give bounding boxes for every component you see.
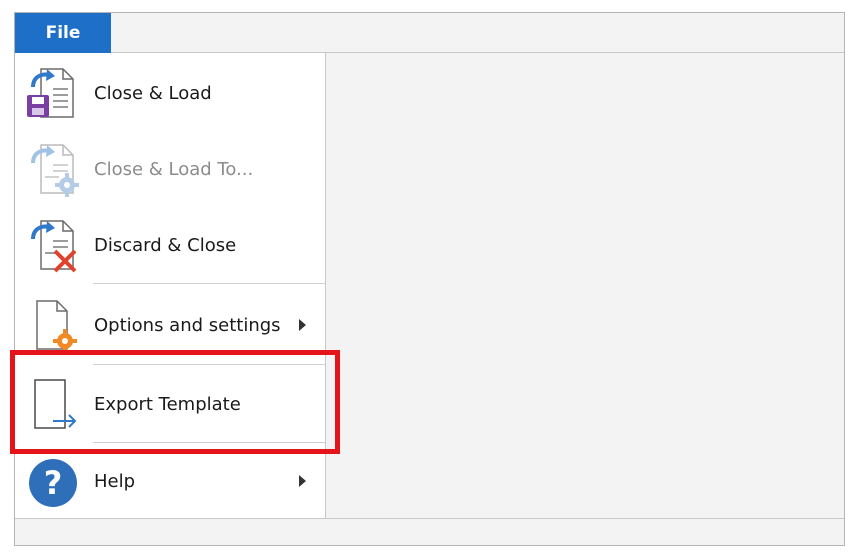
help-icon: ?	[23, 453, 79, 509]
menu-item-help[interactable]: ? Help	[15, 446, 326, 516]
menu-label: Close & Load To...	[94, 158, 254, 180]
app-window: File Close & Load Close & Load To... Dis…	[14, 12, 845, 546]
menu-label: Discard & Close	[94, 234, 237, 256]
menu-label: Close & Load	[94, 82, 212, 104]
menu-separator	[93, 283, 325, 284]
file-tab[interactable]: File	[15, 13, 111, 53]
ribbon-tab-bar: File	[15, 13, 844, 53]
status-strip	[15, 518, 844, 545]
close-and-load-icon	[23, 65, 79, 121]
submenu-arrow-icon	[299, 319, 306, 331]
backstage-content-area	[326, 53, 844, 518]
svg-text:?: ?	[44, 464, 63, 502]
menu-item-close-and-load[interactable]: Close & Load	[15, 58, 326, 128]
menu-item-close-and-load-to: Close & Load To...	[15, 134, 326, 204]
close-and-load-to-icon	[23, 141, 79, 197]
discard-and-close-icon	[23, 217, 79, 273]
menu-item-discard-and-close[interactable]: Discard & Close	[15, 210, 326, 280]
menu-label: Help	[94, 470, 136, 492]
submenu-arrow-icon	[299, 475, 306, 487]
highlight-annotation	[10, 350, 340, 454]
options-settings-icon	[23, 297, 79, 353]
menu-label: Options and settings	[94, 314, 281, 336]
